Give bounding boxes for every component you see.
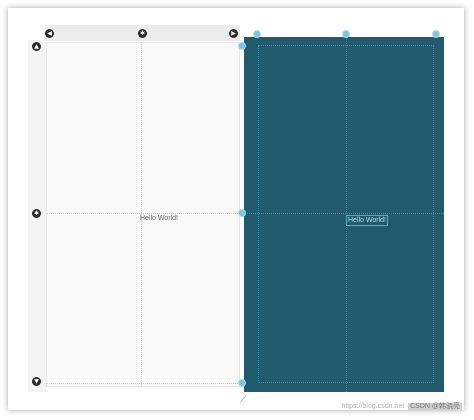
hello-world-textview[interactable]: Hello World! xyxy=(140,215,178,222)
arrow-left-icon[interactable]: ◀ xyxy=(45,29,54,38)
watermark-author: CSDN @韩骁亮 xyxy=(408,403,462,410)
arrow-right-icon[interactable]: ▶ xyxy=(229,29,238,38)
constraint-handle[interactable] xyxy=(432,30,440,38)
constraint-handle[interactable] xyxy=(238,379,246,387)
constraint-handle[interactable] xyxy=(238,42,246,50)
settings-knob-icon[interactable]: ✱ xyxy=(32,209,41,218)
arrow-up-icon[interactable]: ▲ xyxy=(32,42,41,51)
constraint-handle[interactable] xyxy=(342,30,350,38)
bottom-guideline xyxy=(46,383,240,384)
hello-world-textview-blueprint[interactable]: Hello World! xyxy=(346,215,388,226)
constraint-handle[interactable] xyxy=(238,209,246,217)
resize-grip-icon[interactable]: ⟋ xyxy=(240,395,250,405)
watermark-site: https://blog.csdn.net xyxy=(341,403,405,410)
blueprint-horizontal-guideline xyxy=(244,213,444,214)
watermark: https://blog.csdn.net CSDN @韩骁亮 xyxy=(341,401,462,411)
settings-knob-icon[interactable]: ✱ xyxy=(138,29,147,38)
arrow-down-icon[interactable]: ▼ xyxy=(32,377,41,386)
constraint-handle[interactable] xyxy=(253,30,261,38)
horizontal-guideline xyxy=(46,213,240,214)
